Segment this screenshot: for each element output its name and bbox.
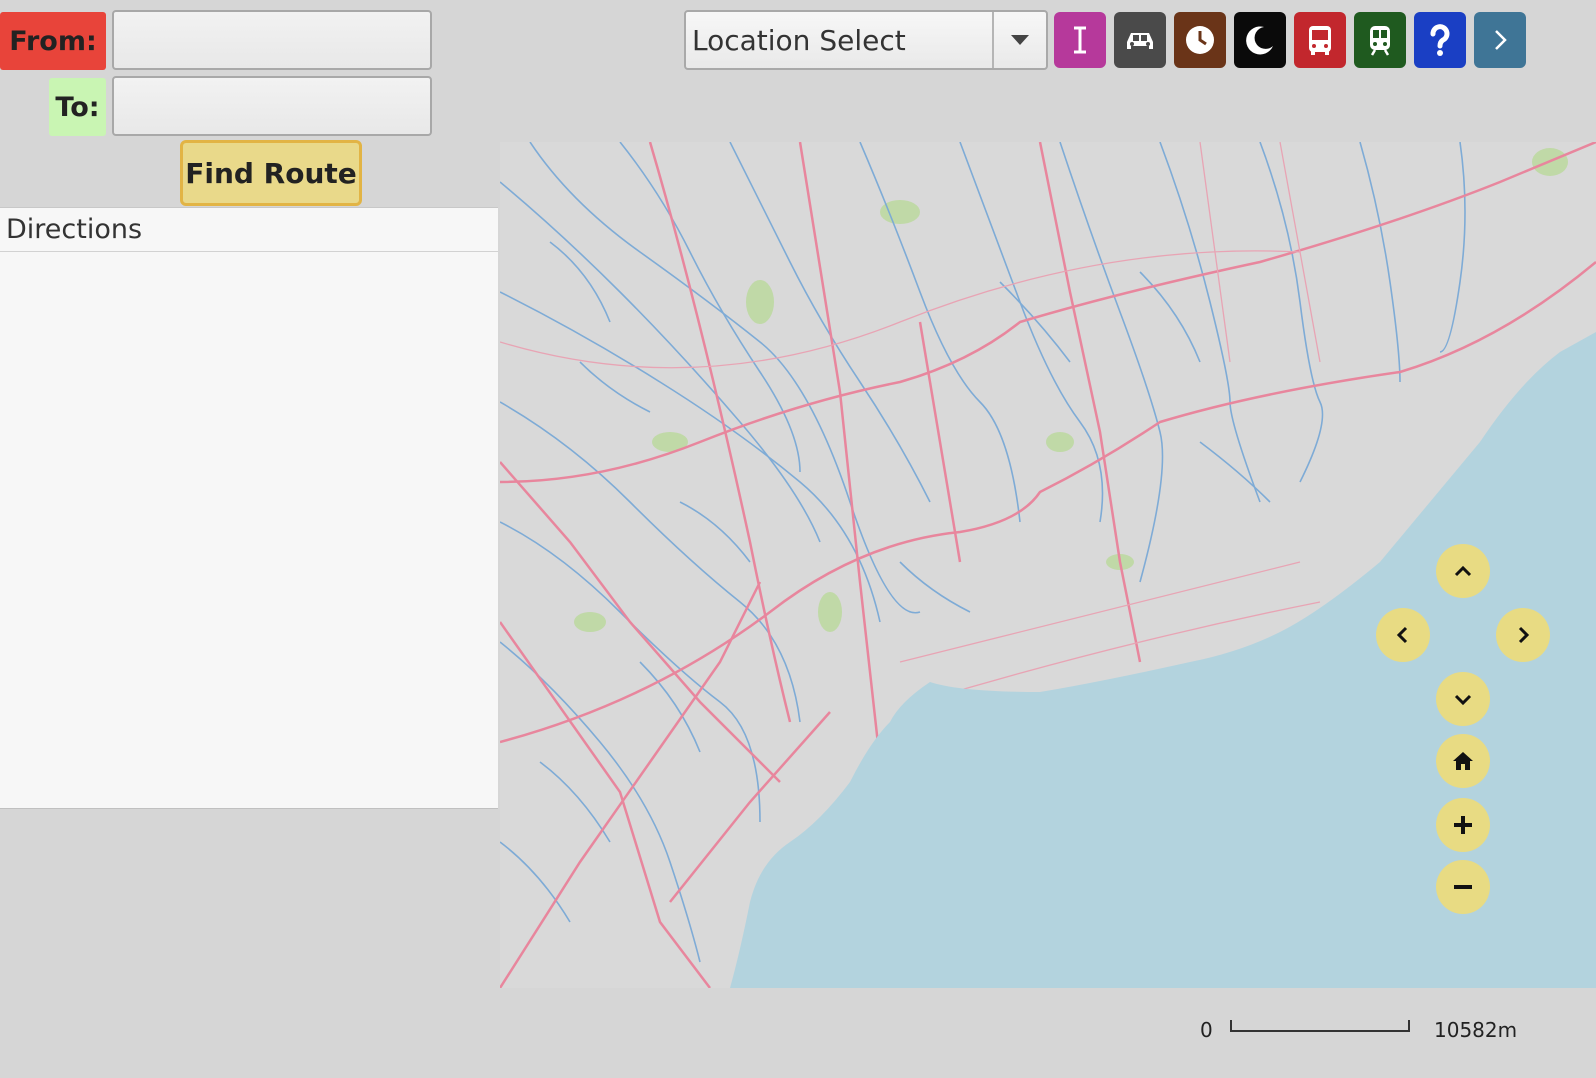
map-tiles — [500, 142, 1596, 988]
train-button[interactable] — [1354, 12, 1406, 68]
car-button[interactable] — [1114, 12, 1166, 68]
expand-toolbar-button[interactable] — [1474, 12, 1526, 68]
find-route-button[interactable]: Find Route — [180, 140, 362, 206]
scale-line — [1230, 1020, 1410, 1032]
car-icon — [1127, 33, 1153, 49]
clock-icon — [1186, 26, 1214, 54]
directions-header: Directions — [0, 208, 498, 252]
location-select-label: Location Select — [692, 23, 906, 57]
from-label: From: — [0, 12, 106, 70]
bus-icon — [1309, 26, 1331, 55]
train-icon — [1370, 26, 1390, 56]
map-canvas[interactable] — [500, 142, 1596, 988]
dropdown-arrow-icon[interactable] — [992, 12, 1046, 68]
night-mode-button[interactable] — [1234, 12, 1286, 68]
help-icon — [1430, 24, 1450, 56]
to-label: To: — [49, 78, 106, 136]
pan-down-icon — [1454, 694, 1472, 706]
left-panel: From: To: Find Route Directions — [0, 0, 498, 1078]
text-cursor-icon — [1074, 26, 1086, 54]
clock-button[interactable] — [1174, 12, 1226, 68]
pan-left-button[interactable] — [1376, 608, 1430, 662]
from-input[interactable] — [112, 10, 432, 70]
pan-up-icon — [1454, 565, 1472, 577]
home-icon — [1453, 752, 1473, 770]
zoom-in-button[interactable] — [1436, 798, 1490, 852]
zoom-out-icon — [1454, 885, 1472, 889]
scale-end-label: 10582m — [1434, 1018, 1518, 1042]
pan-right-icon — [1518, 626, 1530, 644]
home-button[interactable] — [1436, 734, 1490, 788]
moon-icon — [1246, 26, 1273, 55]
zoom-out-button[interactable] — [1436, 860, 1490, 914]
location-select[interactable]: Location Select — [684, 10, 1048, 70]
help-button[interactable] — [1414, 12, 1466, 68]
pan-down-button[interactable] — [1436, 672, 1490, 726]
bus-button[interactable] — [1294, 12, 1346, 68]
chevron-right-icon — [1495, 30, 1507, 50]
scale-bar: 0 10582m — [1196, 1016, 1526, 1046]
zoom-in-icon — [1454, 816, 1472, 834]
pan-up-button[interactable] — [1436, 544, 1490, 598]
scale-start-label: 0 — [1200, 1018, 1213, 1042]
text-tool-button[interactable] — [1054, 12, 1106, 68]
pan-right-button[interactable] — [1496, 608, 1550, 662]
to-input[interactable] — [112, 76, 432, 136]
directions-panel: Directions — [0, 207, 498, 809]
pan-left-icon — [1396, 626, 1408, 644]
